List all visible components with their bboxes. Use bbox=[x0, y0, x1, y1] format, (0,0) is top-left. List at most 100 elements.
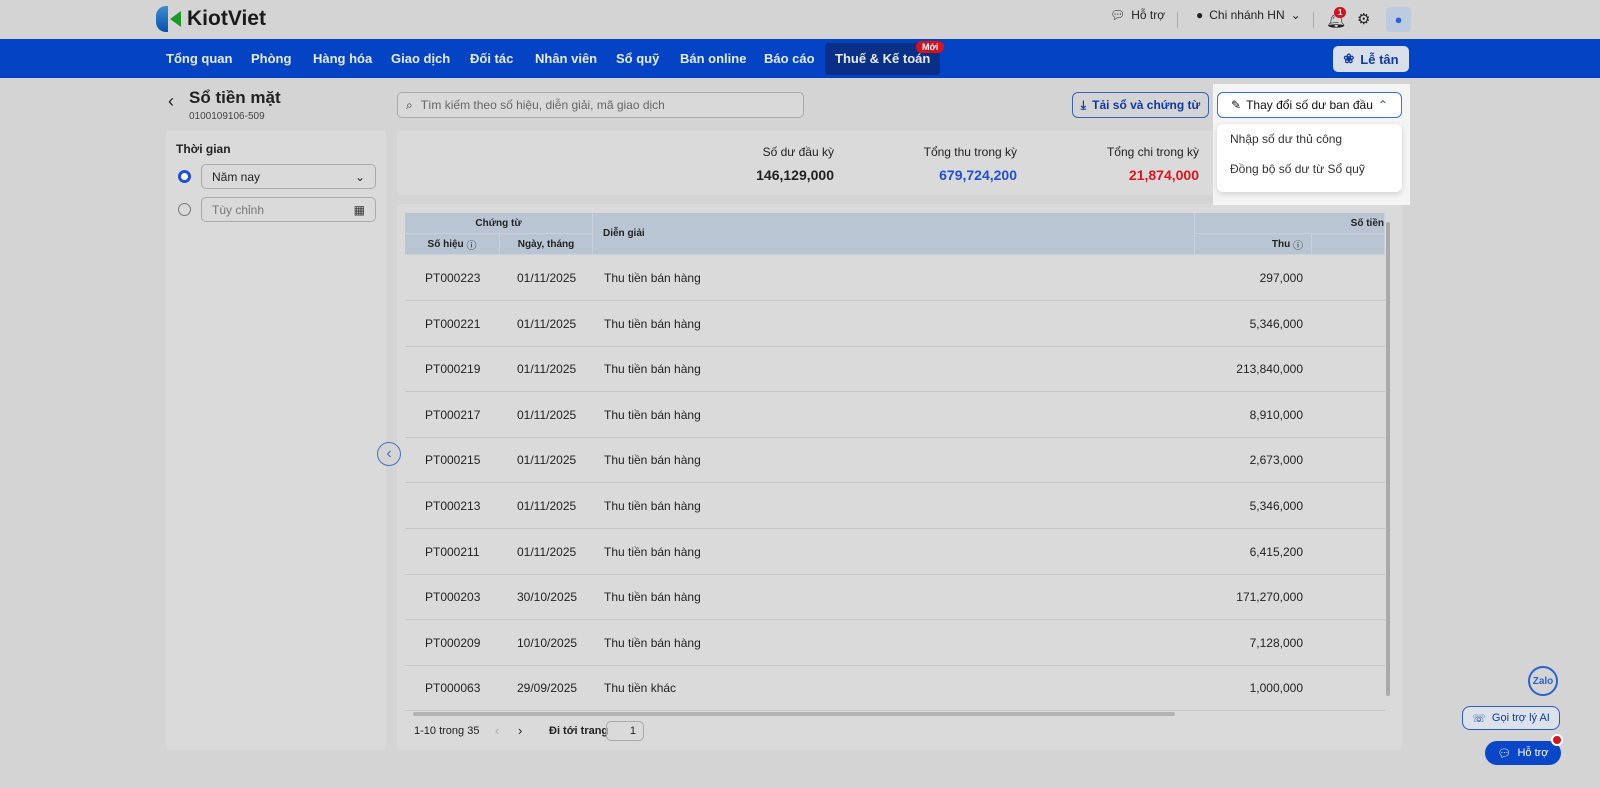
nav-partners[interactable]: Đối tác bbox=[470, 39, 513, 78]
header-in: Thu ⓘ bbox=[1195, 234, 1312, 255]
gear-icon[interactable]: ⚙ bbox=[1357, 10, 1370, 28]
page-title: Sổ tiền mặt bbox=[189, 88, 281, 107]
avatar[interactable]: ● bbox=[1386, 7, 1411, 32]
header-desc: Diễn giải bbox=[593, 213, 1195, 255]
cell-desc: Thu tiền khác bbox=[604, 681, 677, 696]
support-dot bbox=[1551, 734, 1563, 746]
search-placeholder: Tìm kiếm theo số hiệu, diễn giải, mã gia… bbox=[420, 98, 665, 112]
divider bbox=[1177, 12, 1178, 28]
download-button[interactable]: ⤓ Tải sổ và chứng từ bbox=[1072, 92, 1209, 118]
cell-desc: Thu tiền bán hàng bbox=[604, 362, 701, 377]
cell-no: PT000219 bbox=[425, 362, 481, 377]
back-icon[interactable]: ‹ bbox=[168, 91, 174, 112]
cell-in: 7,128,000 bbox=[1249, 635, 1303, 650]
ai-assistant-button[interactable]: ☏ Gọi trợ lý AI bbox=[1462, 706, 1560, 730]
nav-reports[interactable]: Báo cáo bbox=[764, 39, 815, 78]
preset-value: Năm nay bbox=[212, 170, 261, 184]
zalo-button[interactable]: Zalo bbox=[1528, 666, 1558, 696]
table-row[interactable]: PT000219 01/11/2025 Thu tiền bán hàng 21… bbox=[405, 346, 1385, 393]
cell-in: 5,346,000 bbox=[1249, 499, 1303, 513]
table-row[interactable]: PT000063 29/09/2025 Thu tiền khác 1,000,… bbox=[405, 665, 1385, 712]
next-page-icon[interactable]: › bbox=[518, 723, 522, 738]
table-row[interactable]: PT000209 10/10/2025 Thu tiền bán hàng 7,… bbox=[405, 620, 1385, 666]
logo[interactable]: KiotViet bbox=[156, 6, 266, 32]
horizontal-scrollbar[interactable] bbox=[413, 712, 1175, 716]
cell-no: PT000217 bbox=[425, 407, 481, 422]
preset-select[interactable]: Năm nay ⌄ bbox=[201, 164, 376, 189]
radio-preset[interactable] bbox=[178, 170, 191, 183]
chevron-up-icon: ⌃ bbox=[1377, 98, 1388, 112]
lotus-icon: ❀ bbox=[1343, 51, 1355, 66]
cell-desc: Thu tiền bán hàng bbox=[604, 407, 701, 422]
menu-item-manual[interactable]: Nhập số dư thủ công bbox=[1217, 124, 1402, 154]
collapse-panel-icon[interactable]: ‹ bbox=[377, 442, 401, 466]
cell-no: PT000063 bbox=[425, 681, 481, 696]
nav-online-sales[interactable]: Bán online bbox=[680, 39, 746, 78]
cell-no: PT000221 bbox=[425, 316, 481, 331]
nav-overview[interactable]: Tổng quan bbox=[166, 39, 232, 78]
balance-menu: Nhập số dư thủ công Đồng bộ số dư từ Sổ … bbox=[1217, 124, 1402, 192]
download-label: Tải sổ và chứng từ bbox=[1092, 98, 1201, 112]
change-balance-button[interactable]: ✎ Thay đổi số dư ban đầu ⌃ bbox=[1217, 92, 1402, 118]
cell-in: 8,910,000 bbox=[1249, 407, 1303, 422]
support-link[interactable]: 💬︎ Hỗ trợ bbox=[1110, 8, 1165, 22]
cell-desc: Thu tiền bán hàng bbox=[604, 590, 701, 605]
cell-desc: Thu tiền bán hàng bbox=[604, 544, 701, 559]
header-voucher-group: Chứng từ bbox=[405, 213, 593, 234]
cell-desc: Thu tiền bán hàng bbox=[604, 316, 701, 331]
table-row[interactable]: PT000221 01/11/2025 Thu tiền bán hàng 5,… bbox=[405, 301, 1385, 347]
pencil-icon: ✎ bbox=[1231, 98, 1242, 112]
pagination-range: 1-10 trong 35 bbox=[414, 725, 480, 737]
vertical-scrollbar[interactable] bbox=[1386, 222, 1390, 696]
income-value: 679,724,200 bbox=[939, 167, 1017, 183]
chevron-down-icon: ⌄ bbox=[354, 170, 365, 184]
cell-no: PT000203 bbox=[425, 590, 481, 605]
nav-staff[interactable]: Nhân viên bbox=[535, 39, 597, 78]
cell-date: 01/11/2025 bbox=[517, 316, 577, 331]
table-row[interactable]: PT000211 01/11/2025 Thu tiền bán hàng 6,… bbox=[405, 529, 1385, 575]
menu-item-sync[interactable]: Đồng bộ số dư từ Sổ quỹ bbox=[1217, 154, 1402, 184]
header-date: Ngày, tháng bbox=[500, 234, 593, 255]
nav-goods[interactable]: Hàng hóa bbox=[313, 39, 372, 78]
nav-transactions[interactable]: Giao dịch bbox=[391, 39, 450, 78]
cell-desc: Thu tiền bán hàng bbox=[604, 635, 701, 650]
cell-in: 6,415,200 bbox=[1249, 544, 1303, 559]
cell-in: 2,673,000 bbox=[1249, 453, 1303, 468]
nav-cashbook[interactable]: Sổ quỹ bbox=[616, 39, 659, 78]
prev-page-icon[interactable]: ‹ bbox=[495, 723, 499, 738]
ai-label: Gọi trợ lý AI bbox=[1491, 712, 1550, 724]
support-chat-button[interactable]: 💬︎ Hỗ trợ bbox=[1485, 741, 1561, 765]
cell-date: 01/11/2025 bbox=[517, 499, 577, 513]
cell-desc: Thu tiền bán hàng bbox=[604, 271, 701, 285]
branch-selector[interactable]: ● Chi nhánh HN ⌄ bbox=[1196, 8, 1301, 22]
branch-label: Chi nhánh HN bbox=[1209, 8, 1285, 22]
brand-name: KiotViet bbox=[187, 7, 266, 30]
cell-date: 30/10/2025 bbox=[517, 590, 578, 605]
filter-title: Thời gian bbox=[176, 142, 231, 156]
divider bbox=[1313, 12, 1314, 28]
new-badge: Mới bbox=[916, 41, 945, 53]
cell-no: PT000215 bbox=[425, 453, 481, 468]
search-icon: ⌕ bbox=[406, 97, 413, 112]
cell-no: PT000209 bbox=[425, 635, 481, 650]
table-row[interactable]: PT000217 01/11/2025 Thu tiền bán hàng 8,… bbox=[405, 392, 1385, 438]
radio-custom[interactable] bbox=[178, 203, 191, 216]
download-icon: ⤓ bbox=[1080, 97, 1087, 112]
change-balance-label: Thay đổi số dư ban đầu bbox=[1246, 98, 1373, 112]
search-input[interactable]: ⌕ Tìm kiếm theo số hiệu, diễn giải, mã gi… bbox=[397, 92, 804, 118]
chat-icon: 💬︎ bbox=[1110, 8, 1126, 22]
chevron-down-icon: ⌄ bbox=[1290, 8, 1301, 22]
table-row[interactable]: PT000223 01/11/2025 Thu tiền bán hàng 29… bbox=[405, 255, 1385, 301]
cell-date: 01/11/2025 bbox=[517, 453, 577, 468]
reception-button[interactable]: ❀ Lễ tân bbox=[1333, 46, 1409, 72]
table-row[interactable]: PT000213 01/11/2025 Thu tiền bán hàng 5,… bbox=[405, 483, 1385, 529]
calendar-icon: ▦ bbox=[353, 203, 365, 217]
support-chat-label: Hỗ trợ bbox=[1517, 747, 1549, 759]
custom-date-input[interactable]: Tùy chỉnh ▦ bbox=[201, 197, 376, 222]
table-row[interactable]: PT000203 30/10/2025 Thu tiền bán hàng 17… bbox=[405, 574, 1385, 621]
page-input[interactable]: 1 bbox=[606, 721, 644, 741]
table-row[interactable]: PT000215 01/11/2025 Thu tiền bán hàng 2,… bbox=[405, 437, 1385, 484]
cell-in: 213,840,000 bbox=[1236, 362, 1303, 377]
filter-panel bbox=[166, 131, 386, 750]
nav-rooms[interactable]: Phòng bbox=[251, 39, 291, 78]
